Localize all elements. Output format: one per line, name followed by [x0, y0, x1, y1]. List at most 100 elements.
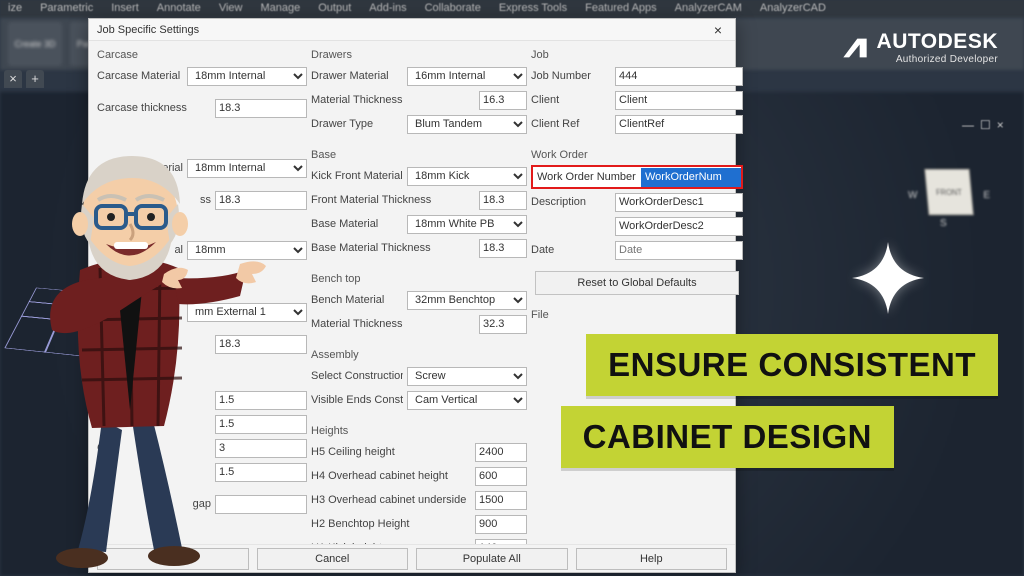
obscured-thickness-input[interactable]: [215, 191, 307, 210]
client-ref-input[interactable]: [615, 115, 743, 134]
drawer-material-select[interactable]: 16mm Internal: [407, 67, 527, 86]
wo-date-label: Date: [531, 244, 611, 256]
client-input[interactable]: [615, 91, 743, 110]
client-ref-label: Client Ref: [531, 118, 611, 130]
navcube-w: W: [908, 190, 917, 201]
dialog-titlebar[interactable]: Job Specific Settings ×: [89, 19, 735, 41]
h2-input[interactable]: [475, 515, 527, 534]
doc-tabstrip[interactable]: × +: [0, 70, 44, 90]
menu-item[interactable]: Parametric: [40, 2, 93, 16]
bench-thickness-input[interactable]: [479, 315, 527, 334]
base-thickness-input[interactable]: [479, 239, 527, 258]
section-job: Job: [531, 45, 743, 63]
menu-item[interactable]: Featured Apps: [585, 2, 657, 16]
menu-item[interactable]: Insert: [111, 2, 139, 16]
menu-item[interactable]: AnalyzerCAD: [760, 2, 826, 16]
t-input[interactable]: [215, 463, 307, 482]
h2-label: H2 Benchtop Height: [311, 518, 471, 530]
gap-input[interactable]: [215, 495, 307, 514]
external-material-select[interactable]: mm External 1: [187, 303, 307, 322]
menu-item[interactable]: View: [219, 2, 243, 16]
reset-defaults-button[interactable]: Reset to Global Defaults: [535, 271, 739, 295]
section-heights: Heights: [311, 421, 527, 439]
col-carcase: Carcase Carcase Material 18mm Internal C…: [97, 45, 307, 559]
base-material-select[interactable]: 18mm White PB: [407, 215, 527, 234]
section-benchtop: Bench top: [311, 269, 527, 287]
autodesk-badge: AUTODESK Authorized Developer: [841, 30, 998, 65]
section-carcase: Carcase: [97, 45, 307, 63]
h5-label: H5 Ceiling height: [311, 446, 471, 458]
app-menubar[interactable]: ize Parametric Insert Annotate View Mana…: [0, 0, 1024, 18]
job-settings-dialog: Job Specific Settings × Carcase Carcase …: [88, 18, 736, 573]
headline-banner-2: CABINET DESIGN: [561, 406, 894, 468]
client-label: Client: [531, 94, 611, 106]
visible-ends-select[interactable]: Cam Vertical: [407, 391, 527, 410]
autodesk-brand: AUTODESK: [877, 30, 998, 54]
tab-add-icon[interactable]: +: [26, 70, 44, 88]
section-drawers: Drawers: [311, 45, 527, 63]
drawer-thickness-input[interactable]: [479, 91, 527, 110]
section-file: File: [531, 305, 743, 323]
external-thickness-input[interactable]: [215, 335, 307, 354]
menu-item[interactable]: Output: [318, 2, 351, 16]
kick-front-select[interactable]: 18mm Kick: [407, 167, 527, 186]
maximize-icon[interactable]: ☐: [980, 118, 991, 136]
front-thickness-label: Front Material Thickness: [311, 194, 475, 206]
construction-select[interactable]: Screw: [407, 367, 527, 386]
ok-button[interactable]: OK: [97, 548, 249, 570]
menu-item[interactable]: Express Tools: [499, 2, 567, 16]
tab-close-icon[interactable]: ×: [4, 70, 22, 88]
navcube[interactable]: FRONT W S E: [914, 160, 984, 230]
front-thickness-input[interactable]: [479, 191, 527, 210]
lh-input[interactable]: [215, 391, 307, 410]
carcase-material-select[interactable]: 18mm Internal: [187, 67, 307, 86]
section-assembly: Assembly: [311, 345, 527, 363]
lh-label: LH: [97, 394, 211, 406]
h5-input[interactable]: [475, 443, 527, 462]
navcube-front[interactable]: FRONT: [924, 169, 973, 215]
base-thickness-label: Base Material Thickness: [311, 242, 475, 254]
drawer-type-select[interactable]: Blum Tandem: [407, 115, 527, 134]
menu-item[interactable]: Collaborate: [425, 2, 481, 16]
drawer-thickness-label: Material Thickness: [311, 94, 475, 106]
carcase-thickness-input[interactable]: [215, 99, 307, 118]
help-button[interactable]: Help: [576, 548, 728, 570]
navcube-e: E: [983, 190, 990, 201]
menu-item[interactable]: Add-ins: [369, 2, 406, 16]
obscured-material-select[interactable]: 18mm Internal: [187, 159, 307, 178]
h4-input[interactable]: [475, 467, 527, 486]
h3-input[interactable]: [475, 491, 527, 510]
rh-input[interactable]: [215, 415, 307, 434]
headline-banner-1: ENSURE CONSISTENT: [586, 334, 998, 396]
col-job: Job Job Number Client Client Ref Work Or…: [531, 45, 743, 559]
menu-item[interactable]: ize: [8, 2, 22, 16]
populate-all-button[interactable]: Populate All: [416, 548, 568, 570]
cancel-button[interactable]: Cancel: [257, 548, 409, 570]
wo-date-input[interactable]: [615, 241, 743, 260]
cen-label: Cen: [97, 442, 211, 454]
obscured-material2-select[interactable]: 18mm: [187, 241, 307, 260]
dialog-close-icon[interactable]: ×: [709, 22, 727, 38]
construction-label: Select Construction: [311, 370, 403, 382]
bench-material-select[interactable]: 32mm Benchtop: [407, 291, 527, 310]
cen-input[interactable]: [215, 439, 307, 458]
close-icon[interactable]: ×: [997, 118, 1004, 136]
ribbon-button[interactable]: Create 3D: [8, 22, 62, 66]
menu-item[interactable]: Annotate: [157, 2, 201, 16]
obscured-label: al: [97, 244, 183, 256]
section-base: Base: [311, 145, 527, 163]
work-order-number-input[interactable]: [641, 168, 741, 187]
t-label: T: [97, 466, 211, 478]
job-number-input[interactable]: [615, 67, 743, 86]
menu-item[interactable]: AnalyzerCAM: [675, 2, 742, 16]
view-window-controls[interactable]: — ☐ ×: [962, 118, 1014, 136]
bench-material-label: Bench Material: [311, 294, 403, 306]
wo-desc1-input[interactable]: [615, 193, 743, 212]
menu-item[interactable]: Manage: [260, 2, 300, 16]
visible-ends-label: Visible Ends Construction: [311, 394, 403, 406]
kick-front-label: Kick Front Material: [311, 170, 403, 182]
minimize-icon[interactable]: —: [962, 118, 974, 136]
base-material-label: Base Material: [311, 218, 403, 230]
carcase-thickness-label: Carcase thickness: [97, 102, 211, 114]
wo-desc2-input[interactable]: [615, 217, 743, 236]
